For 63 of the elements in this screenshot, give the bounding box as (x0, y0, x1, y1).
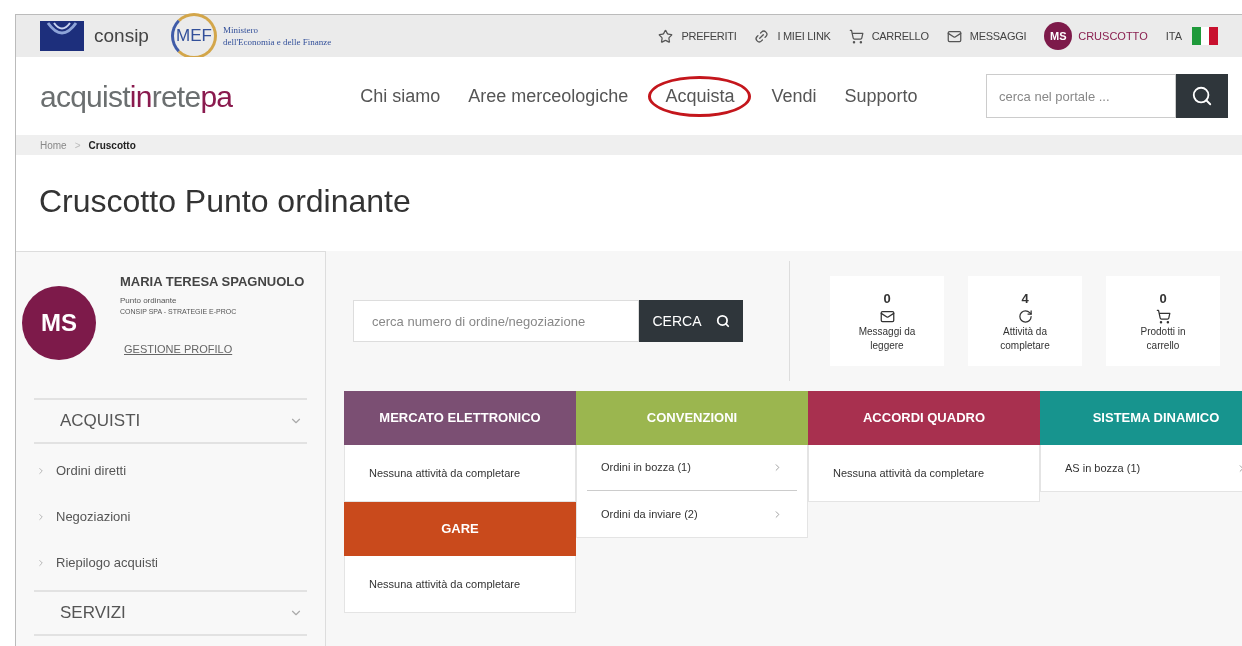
mail-icon (946, 28, 962, 44)
dashboard-link[interactable]: MS CRUSCOTTO (1044, 22, 1148, 50)
menu-item[interactable]: Riepilogo acquisti (34, 540, 307, 586)
order-search-button[interactable]: CERCA (639, 300, 743, 342)
nav-link[interactable]: Chi siamo (352, 75, 449, 117)
counter-label: Prodotti in carrello (1139, 325, 1187, 354)
search-icon (1191, 85, 1213, 107)
page-title: Cruscotto Punto ordinante (39, 182, 411, 221)
counter-value: 0 (883, 289, 891, 308)
counter-label: Attività da completare (999, 325, 1051, 354)
empty-task-message: Nessuna attività da completare (832, 465, 986, 481)
top-link[interactable]: CARRELLO (848, 27, 929, 45)
nav-link[interactable]: Acquista (648, 75, 752, 117)
user-role: Punto ordinante (120, 294, 177, 307)
counter-card[interactable]: 0 Messaggi da leggere (830, 276, 944, 366)
consip-logo-icon (40, 21, 84, 51)
nav-link[interactable]: Supporto (836, 75, 926, 117)
cart-icon (1155, 309, 1171, 325)
star-icon (658, 28, 674, 44)
mail-icon (879, 309, 895, 325)
ministry-name: Ministero (222, 24, 259, 36)
counter-label: Messaggi da leggere (857, 325, 917, 354)
menu-section[interactable]: ACQUISTI (34, 398, 307, 444)
profile-link[interactable]: GESTIONE PROFILO (124, 341, 233, 358)
task-link[interactable]: Ordini in bozza (1) (587, 445, 797, 491)
breadcrumb-link[interactable]: Cruscotto (88, 137, 136, 153)
empty-task-message: Nessuna attività da completare (368, 576, 522, 592)
counter-value: 0 (1159, 289, 1167, 308)
top-link[interactable]: PREFERITI (658, 27, 737, 45)
chevron-right-icon (36, 466, 46, 476)
ministry-name: dell'Economia e delle Finanze (222, 36, 332, 48)
site-logo[interactable]: acquistinretepa (40, 73, 233, 119)
menu-section[interactable]: SERVIZI (34, 590, 307, 636)
search-button[interactable] (1176, 74, 1228, 118)
counter-value: 4 (1021, 289, 1029, 308)
portal-search-field[interactable]: cerca nel portale ... (986, 74, 1176, 118)
chevron-right-icon (36, 512, 46, 522)
nav-link[interactable]: Aree merceologiche (460, 75, 637, 117)
top-link[interactable]: MESSAGGI (946, 27, 1027, 45)
empty-task-message: Nessuna attività da completare (368, 465, 522, 481)
breadcrumb-separator: > (74, 138, 81, 153)
user-name: MARIA TERESA SPAGNUOLO (120, 273, 305, 291)
language-label[interactable]: ITA (1165, 27, 1182, 45)
order-search-field[interactable]: cerca numero di ordine/negoziazione (353, 300, 639, 342)
category-header[interactable]: ACCORDI QUADRO (808, 391, 1040, 445)
category-header[interactable]: GARE (344, 502, 576, 556)
counter-card[interactable]: 0 Prodotti in carrello (1106, 276, 1220, 366)
italian-flag-icon (1192, 27, 1218, 45)
counter-card[interactable]: 4 Attività da completare (968, 276, 1082, 366)
cart-icon (848, 28, 864, 44)
user-avatar: MS (1044, 22, 1073, 50)
category-header[interactable]: MERCATO ELETTRONICO (344, 391, 576, 445)
task-link[interactable]: Ordini da inviare (2) (587, 491, 797, 537)
chevron-right-icon (36, 558, 46, 568)
nav-link[interactable]: Vendi (763, 75, 825, 117)
category-header[interactable]: SISTEMA DINAMICO (1040, 391, 1242, 445)
user-avatar: MS (22, 286, 96, 360)
menu-item[interactable]: Negoziazioni (34, 494, 307, 540)
search-icon (715, 314, 730, 328)
menu-item[interactable]: Ordini diretti (34, 448, 307, 494)
circular-arrow-icon (1017, 309, 1033, 325)
consip-logo-text: consip (94, 23, 149, 48)
top-link[interactable]: I MIEI LINK (754, 27, 831, 45)
